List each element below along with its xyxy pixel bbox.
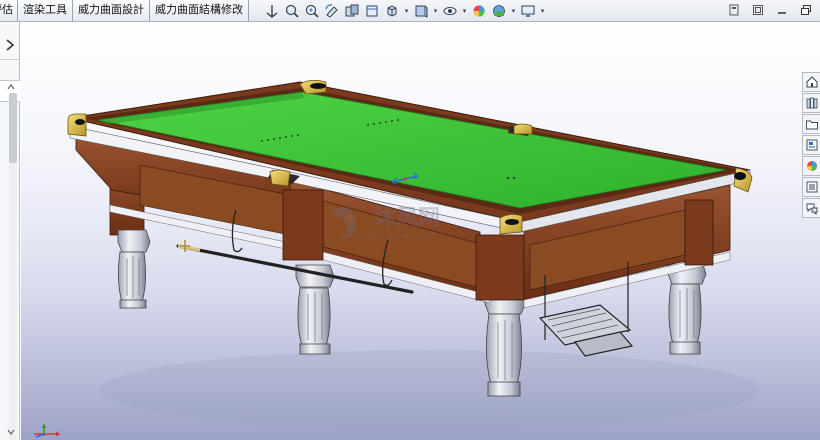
snooker-table-model: 沐风网 www.mfcad.com	[67, 80, 760, 430]
home-icon[interactable]	[802, 72, 820, 92]
minimize-icon[interactable]	[774, 2, 790, 18]
help-icon[interactable]	[726, 2, 742, 18]
chevron-down-icon[interactable]: ▾	[402, 1, 411, 21]
tab-render-tools[interactable]: 渲染工具	[18, 0, 73, 21]
tab-evaluate[interactable]: 評估	[0, 0, 18, 21]
command-manager-bar: 評估 渲染工具 威力曲面設計 威力曲面結構修改 ▾ ▾ ▾ ▾ ▾	[0, 0, 820, 22]
forum-icon[interactable]	[802, 198, 820, 218]
scrollbar-thumb[interactable]	[9, 93, 17, 163]
watermark: 沐风网 www.mfcad.com	[332, 206, 440, 241]
watermark-url: www.mfcad.com	[362, 231, 436, 241]
task-pane	[802, 72, 820, 219]
chevron-down-icon[interactable]: ▾	[509, 1, 518, 21]
display-style-icon[interactable]	[411, 1, 431, 21]
feature-manager-panel	[0, 22, 20, 440]
command-manager-tabs: 評估 渲染工具 威力曲面設計 威力曲面結構修改	[0, 0, 249, 21]
apply-scene-icon[interactable]	[489, 1, 509, 21]
design-library-icon[interactable]	[802, 93, 820, 113]
heads-up-view-toolbar: ▾ ▾ ▾ ▾ ▾	[262, 1, 547, 21]
tab-power-surfacing-modify[interactable]: 威力曲面結構修改	[150, 0, 249, 21]
expand-panel-icon[interactable]	[3, 38, 17, 52]
dynamic-annotation-icon[interactable]	[362, 1, 382, 21]
hide-show-items-icon[interactable]	[440, 1, 460, 21]
zoom-to-fit-icon[interactable]	[282, 1, 302, 21]
chevron-down-icon[interactable]: ▾	[460, 1, 469, 21]
scroll-up-icon[interactable]	[7, 83, 15, 91]
previous-view-icon[interactable]	[322, 1, 342, 21]
panel-divider	[0, 59, 20, 60]
window-controls	[726, 2, 814, 18]
section-view-icon[interactable]	[342, 1, 362, 21]
watermark-brand: 沐风网	[374, 206, 440, 231]
graphics-viewport[interactable]: 沐风网 www.mfcad.com	[21, 22, 820, 440]
maximize-icon[interactable]	[798, 2, 814, 18]
view-palette-icon[interactable]	[802, 135, 820, 155]
view-orientation-cube-icon[interactable]	[382, 1, 402, 21]
tab-power-surfacing-design[interactable]: 威力曲面設計	[73, 0, 150, 21]
appearances-icon[interactable]	[802, 156, 820, 176]
view-settings-icon[interactable]	[518, 1, 538, 21]
panel-scrollbar[interactable]	[9, 93, 17, 440]
file-explorer-icon[interactable]	[802, 114, 820, 134]
chevron-down-icon[interactable]: ▾	[431, 1, 440, 21]
scroll-down-icon[interactable]	[7, 428, 15, 436]
zoom-to-area-icon[interactable]	[302, 1, 322, 21]
edit-appearance-icon[interactable]	[469, 1, 489, 21]
reference-triad-icon	[34, 424, 60, 438]
chevron-down-icon[interactable]: ▾	[538, 1, 547, 21]
view-orientation-icon[interactable]	[262, 1, 282, 21]
custom-properties-icon[interactable]	[802, 177, 820, 197]
window-restore-icon[interactable]	[750, 2, 766, 18]
